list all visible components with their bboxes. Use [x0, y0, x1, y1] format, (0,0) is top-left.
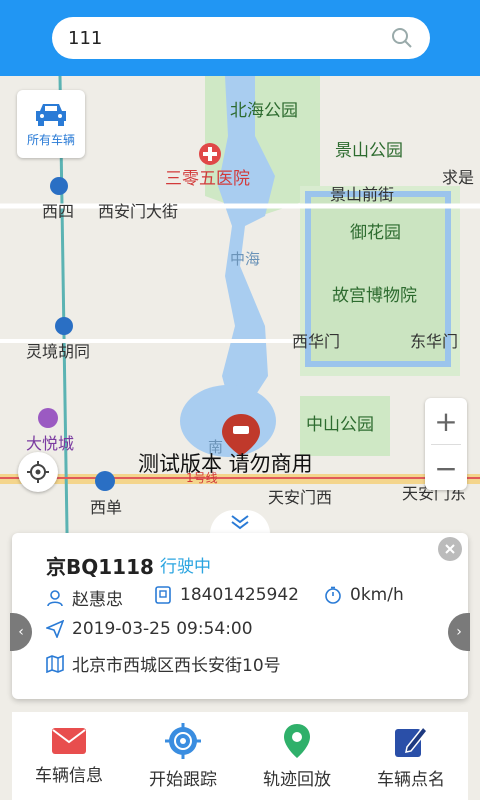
track-playback-label: 轨迹回放 [263, 769, 331, 790]
send-icon [46, 620, 64, 638]
start-tracking-button[interactable]: 开始跟踪 [126, 712, 240, 800]
map-label: 大悦城 [26, 434, 75, 453]
address-text: 北京市西城区西长安街10号 [72, 656, 281, 676]
phone-row: 18401425942 [154, 585, 299, 605]
zoom-in-button[interactable]: + [425, 398, 467, 444]
status-badge: 行驶中 [160, 557, 211, 577]
map-label: 中海 [230, 250, 261, 268]
speed-row: 0km/h [324, 585, 404, 605]
gps-time: 2019-03-25 09:54:00 [72, 619, 253, 639]
chevron-right-icon: › [456, 624, 462, 640]
vehicle-info-panel: 京BQ1118 行驶中 赵惠忠 18401425942 0km/h 2019-0… [12, 533, 468, 699]
vehicle-plate: 京BQ1118 [46, 555, 154, 579]
driver-name: 赵惠忠 [72, 590, 123, 610]
close-button[interactable] [438, 537, 462, 561]
map-label: 东华门 [410, 332, 459, 351]
vehicle-rollcall-button[interactable]: 车辆点名 [354, 712, 468, 800]
edit-icon [395, 725, 429, 757]
search-input[interactable]: 111 [52, 17, 430, 59]
map-label: 景山公园 [335, 141, 403, 161]
person-icon [47, 589, 63, 606]
bottom-toolbar: 车辆信息 开始跟踪 轨迹回放 车辆点名 [12, 712, 468, 800]
locate-button[interactable] [18, 452, 58, 492]
track-playback-button[interactable]: 轨迹回放 [240, 712, 354, 800]
map-label: 西华门 [292, 332, 341, 351]
map-label: 御花园 [350, 223, 401, 243]
chevron-down-icon [231, 515, 249, 530]
top-bar: 111 [0, 0, 480, 76]
phone-icon [155, 586, 171, 604]
start-tracking-label: 开始跟踪 [149, 769, 217, 790]
map-label: 求是 [442, 168, 475, 187]
chevron-left-icon: ‹ [18, 624, 24, 640]
map-icon [46, 654, 64, 673]
time-row: 2019-03-25 09:54:00 [46, 619, 253, 639]
map-label: 故宫博物院 [332, 286, 417, 306]
map-label: 景山前街 [330, 185, 395, 204]
driver-row: 赵惠忠 [46, 585, 123, 610]
all-vehicles-button[interactable]: 所有车辆 [17, 90, 85, 158]
search-icon[interactable] [390, 26, 414, 50]
map-label: 西单 [90, 498, 123, 517]
target-icon [165, 722, 201, 759]
vehicle-info-label: 车辆信息 [35, 765, 103, 786]
map-label: 灵境胡同 [26, 342, 91, 361]
map-label: 中山公园 [306, 415, 374, 435]
vehicle-rollcall-label: 车辆点名 [377, 769, 445, 790]
map-label: 西安门大街 [98, 202, 179, 221]
map-label: 北海公园 [230, 101, 298, 121]
address-row: 北京市西城区西长安街10号 [46, 651, 281, 676]
speed-value: 0km/h [350, 585, 404, 605]
map-label: 西四 [42, 202, 75, 221]
phone-number[interactable]: 18401425942 [180, 585, 299, 605]
search-value: 111 [68, 27, 103, 49]
zoom-control: + − [425, 398, 467, 490]
location-pin-icon [284, 723, 310, 758]
close-icon [445, 544, 455, 554]
map-label: 天安门西 [268, 488, 333, 507]
all-vehicles-label: 所有车辆 [26, 132, 75, 147]
map-label: 三零五医院 [165, 169, 250, 189]
car-icon [36, 103, 66, 126]
speed-icon [325, 586, 341, 604]
mail-icon [52, 727, 86, 754]
watermark: 测试版本 请勿商用 [138, 452, 313, 476]
zoom-out-button[interactable]: − [425, 445, 467, 491]
vehicle-info-button[interactable]: 车辆信息 [12, 712, 126, 800]
crosshair-icon [27, 461, 49, 483]
